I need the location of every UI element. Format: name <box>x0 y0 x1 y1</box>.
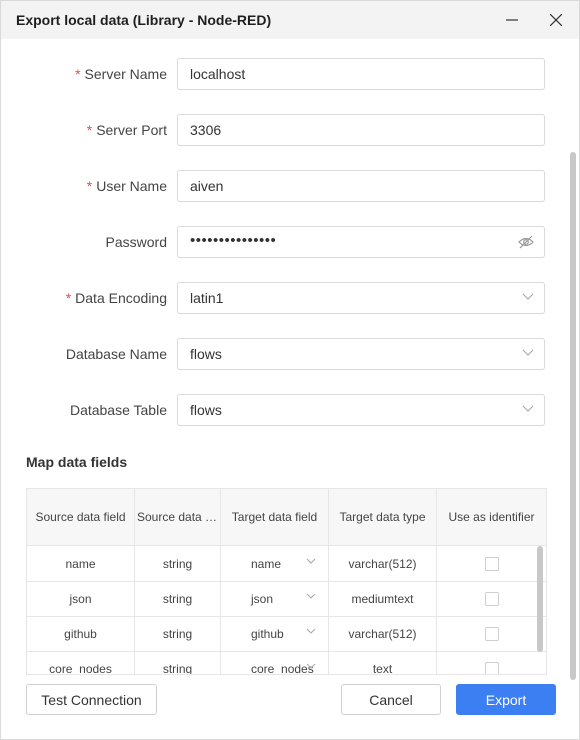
column-header: Source data ty... <box>135 489 221 545</box>
column-header: Target data field <box>221 489 329 545</box>
chevron-down-icon <box>306 593 316 599</box>
identifier-checkbox[interactable] <box>484 661 499 674</box>
target-type-cell: varchar(512) <box>329 546 437 581</box>
dialog-scrollbar[interactable] <box>570 152 576 680</box>
source-type-cell: string <box>135 616 221 651</box>
database-table-value: flows <box>190 402 222 418</box>
export-dialog: Export local data (Library - Node-RED) *… <box>0 0 580 740</box>
database-name-row: Database Name flows <box>1 338 579 370</box>
table-row: json string json mediumtext <box>27 581 546 617</box>
column-header: Use as identifier <box>448 510 535 524</box>
identifier-cell <box>437 581 546 616</box>
target-field-select[interactable]: name <box>221 546 329 581</box>
required-mark: * <box>86 178 93 194</box>
database-table-row: Database Table flows <box>1 394 579 426</box>
column-header: Target data type <box>329 489 437 545</box>
identifier-cell <box>437 651 546 674</box>
dialog-content: * Server Name localhost * Server Port 3306… <box>1 39 579 739</box>
data-encoding-row: * Data Encoding latin1 <box>1 282 579 314</box>
source-field-cell: core_nodes <box>27 651 135 674</box>
server-name-value: localhost <box>190 66 246 82</box>
server-name-label: * Server Name <box>75 66 167 82</box>
map-fields-title: Map data fields <box>26 454 128 470</box>
identifier-checkbox[interactable] <box>484 556 499 571</box>
database-table-select[interactable]: flows <box>177 394 545 426</box>
close-icon <box>550 14 562 26</box>
window-title: Export local data (Library - Node-RED) <box>16 12 272 28</box>
data-encoding-label: * Data Encoding <box>65 290 167 306</box>
target-field-select[interactable]: core_nodes <box>221 651 329 674</box>
column-header: Source data field <box>27 489 135 545</box>
server-port-input[interactable]: 3306 <box>177 114 545 146</box>
source-type-cell: string <box>135 546 221 581</box>
server-name-input[interactable]: localhost <box>177 58 545 90</box>
table-row: github string github varchar(512) <box>27 616 546 652</box>
database-table-label: Database Table <box>69 402 167 418</box>
target-type-cell: mediumtext <box>329 581 437 616</box>
field-mapping-table: Source data field Source data ty... Targ… <box>26 488 547 675</box>
required-mark: * <box>65 290 72 306</box>
close-button[interactable] <box>537 1 575 39</box>
required-mark: * <box>86 122 93 138</box>
table-scrollbar[interactable] <box>537 546 543 652</box>
chevron-down-icon <box>522 293 534 300</box>
server-port-row: * Server Port 3306 <box>1 114 579 146</box>
target-type-cell: text <box>329 651 437 674</box>
password-row: Password ••••••••••••••• <box>1 226 579 258</box>
target-field-select[interactable]: json <box>221 581 329 616</box>
chevron-down-icon <box>522 349 534 356</box>
source-field-cell: name <box>27 546 135 581</box>
source-type-cell: string <box>135 581 221 616</box>
server-port-value: 3306 <box>190 122 222 138</box>
server-name-row: * Server Name localhost <box>1 58 579 90</box>
chevron-down-icon <box>522 405 534 412</box>
identifier-checkbox[interactable] <box>484 591 499 606</box>
data-encoding-value: latin1 <box>190 290 224 306</box>
identifier-checkbox[interactable] <box>484 626 499 641</box>
test-connection-button[interactable]: Test Connection <box>26 684 157 715</box>
table-row: core_nodes string core_nodes text <box>27 651 546 674</box>
table-header: Source data field Source data ty... Targ… <box>27 489 546 546</box>
password-input[interactable]: ••••••••••••••• <box>177 226 545 258</box>
server-port-label: * Server Port <box>86 122 167 138</box>
database-name-select[interactable]: flows <box>177 338 545 370</box>
minimize-icon <box>506 19 518 21</box>
source-field-cell: github <box>27 616 135 651</box>
password-value: ••••••••••••••• <box>190 232 277 249</box>
export-button[interactable]: Export <box>456 684 556 715</box>
table-row: name string name varchar(512) <box>27 546 546 582</box>
user-name-row: * User Name aiven <box>1 170 579 202</box>
source-field-cell: json <box>27 581 135 616</box>
user-name-label: * User Name <box>86 178 167 194</box>
password-label: Password <box>105 234 167 250</box>
title-bar: Export local data (Library - Node-RED) <box>1 1 579 39</box>
user-name-value: aiven <box>190 178 224 194</box>
source-type-cell: string <box>135 651 221 674</box>
target-type-cell: varchar(512) <box>329 616 437 651</box>
user-name-input[interactable]: aiven <box>177 170 545 202</box>
minimize-button[interactable] <box>493 1 531 39</box>
chevron-down-icon <box>306 628 316 634</box>
chevron-down-icon <box>306 558 316 564</box>
identifier-cell <box>437 546 546 581</box>
identifier-cell <box>437 616 546 651</box>
required-mark: * <box>75 66 81 82</box>
chevron-down-icon <box>306 663 316 669</box>
table-body[interactable]: name string name varchar(512) json strin… <box>27 546 546 674</box>
target-field-select[interactable]: github <box>221 616 329 651</box>
cancel-button[interactable]: Cancel <box>341 684 441 715</box>
eye-off-icon[interactable] <box>518 235 534 249</box>
data-encoding-select[interactable]: latin1 <box>177 282 545 314</box>
database-name-value: flows <box>190 346 222 362</box>
database-name-label: Database Name <box>65 346 167 362</box>
